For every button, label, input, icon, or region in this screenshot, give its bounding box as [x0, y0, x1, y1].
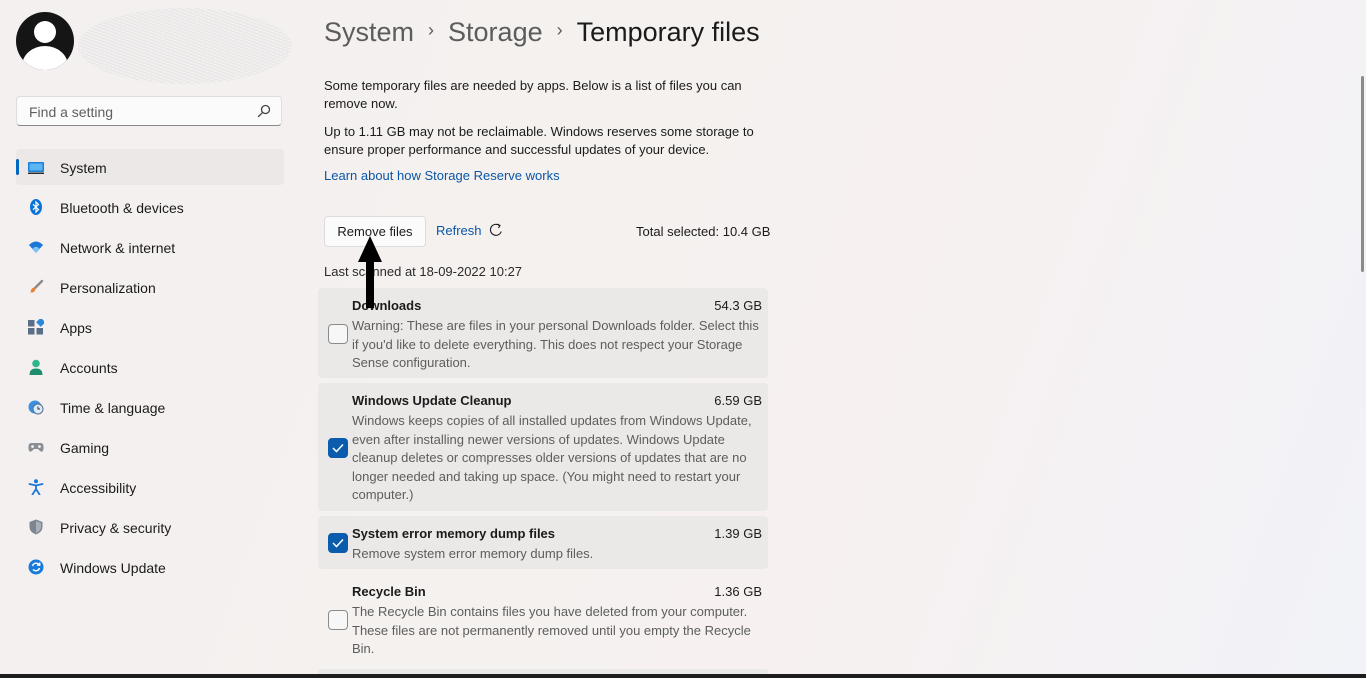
total-selected: Total selected: 10.4 GB	[636, 224, 771, 239]
item-title: System error memory dump files	[352, 526, 556, 541]
last-scanned: Last scanned at 18-09-2022 10:27	[324, 264, 523, 279]
redacted-username	[78, 8, 292, 84]
item-title: Recycle Bin	[352, 584, 426, 599]
item-size: 54.3 GB	[714, 298, 762, 313]
scrollbar[interactable]	[1361, 76, 1364, 272]
nav-menu: System Bluetooth & devices Network & int…	[16, 149, 284, 589]
update-icon	[28, 559, 44, 575]
page-title: Temporary files	[576, 16, 760, 47]
item-title: Windows Update Cleanup	[352, 393, 512, 408]
nav-item-time-language[interactable]: Time & language	[16, 389, 284, 425]
shield-icon	[29, 519, 43, 535]
refresh-label: Refresh	[436, 222, 482, 238]
search-box[interactable]	[16, 96, 282, 127]
wifi-icon	[29, 241, 43, 253]
breadcrumb-system[interactable]: System	[324, 17, 414, 48]
apps-icon	[28, 319, 44, 335]
nav-item-network[interactable]: Network & internet	[16, 229, 284, 265]
nav-label: Apps	[60, 320, 92, 336]
accessibility-icon	[28, 479, 44, 495]
file-item-recycle-bin[interactable]: Recycle Bin 1.36 GB The Recycle Bin cont…	[318, 574, 768, 666]
gamepad-icon	[28, 443, 44, 452]
nav-label: Gaming	[60, 440, 110, 456]
breadcrumb: System › Storage › Temporary files	[324, 14, 760, 50]
nav-label: Windows Update	[60, 560, 166, 576]
brush-icon	[30, 279, 44, 293]
nav-item-personalization[interactable]: Personalization	[16, 269, 284, 305]
nav-item-apps[interactable]: Apps	[16, 309, 284, 345]
item-size: 1.36 GB	[714, 584, 762, 599]
nav-label: Network & internet	[60, 240, 176, 256]
breadcrumb-storage[interactable]: Storage	[448, 17, 543, 48]
memory-dump-checkbox[interactable]	[328, 533, 348, 553]
chevron-right-icon: ›	[428, 19, 435, 40]
system-icon	[28, 162, 44, 174]
item-description: The Recycle Bin contains files you have …	[352, 604, 751, 656]
checkmark-icon	[332, 538, 344, 548]
nav-label: Accessibility	[60, 480, 137, 496]
nav-label: System	[60, 160, 107, 176]
item-description: Windows keeps copies of all installed up…	[352, 413, 752, 502]
avatar[interactable]	[16, 12, 74, 70]
nav-item-system[interactable]: System	[16, 149, 284, 185]
nav-item-accessibility[interactable]: Accessibility	[16, 469, 284, 505]
reserve-text: Up to 1.11 GB may not be reclaimable. Wi…	[324, 124, 754, 157]
nav-item-windows-update[interactable]: Windows Update	[16, 549, 284, 585]
nav-label: Privacy & security	[60, 520, 172, 536]
nav-item-gaming[interactable]: Gaming	[16, 429, 284, 465]
file-item-memory-dump[interactable]: System error memory dump files 1.39 GB R…	[318, 516, 768, 569]
checkmark-icon	[332, 443, 344, 453]
person-icon	[29, 359, 43, 375]
file-item-windows-update-cleanup[interactable]: Windows Update Cleanup 6.59 GB Windows k…	[318, 383, 768, 511]
globe-clock-icon	[28, 400, 44, 415]
downloads-checkbox[interactable]	[328, 324, 348, 344]
nav-item-privacy[interactable]: Privacy & security	[16, 509, 284, 545]
refresh-button[interactable]: Refresh	[436, 222, 504, 238]
chevron-right-icon: ›	[556, 19, 563, 40]
nav-item-accounts[interactable]: Accounts	[16, 349, 284, 385]
intro-text: Some temporary files are needed by apps.…	[324, 78, 742, 111]
taskbar-edge	[0, 674, 1366, 678]
bluetooth-icon	[30, 199, 42, 215]
item-size: 1.39 GB	[714, 526, 762, 541]
nav-label: Accounts	[60, 360, 118, 376]
avatar-head	[34, 21, 56, 43]
item-size: 6.59 GB	[714, 393, 762, 408]
sidebar: System Bluetooth & devices Network & int…	[0, 0, 300, 678]
nav-label: Personalization	[60, 280, 156, 296]
file-item-downloads[interactable]: Downloads 54.3 GB Warning: These are fil…	[318, 288, 768, 378]
search-input[interactable]	[27, 97, 251, 127]
recycle-bin-checkbox[interactable]	[328, 610, 348, 630]
annotation-arrow-icon	[358, 236, 382, 308]
refresh-icon	[489, 223, 502, 236]
search-icon[interactable]	[257, 104, 271, 118]
avatar-body	[22, 46, 68, 70]
nav-label: Time & language	[60, 400, 166, 416]
item-description: Warning: These are files in your persona…	[352, 318, 759, 370]
nav-label: Bluetooth & devices	[60, 200, 184, 216]
windows-update-cleanup-checkbox[interactable]	[328, 438, 348, 458]
nav-item-bluetooth[interactable]: Bluetooth & devices	[16, 189, 284, 225]
item-description: Remove system error memory dump files.	[352, 546, 594, 561]
storage-reserve-link[interactable]: Learn about how Storage Reserve works	[324, 168, 560, 183]
